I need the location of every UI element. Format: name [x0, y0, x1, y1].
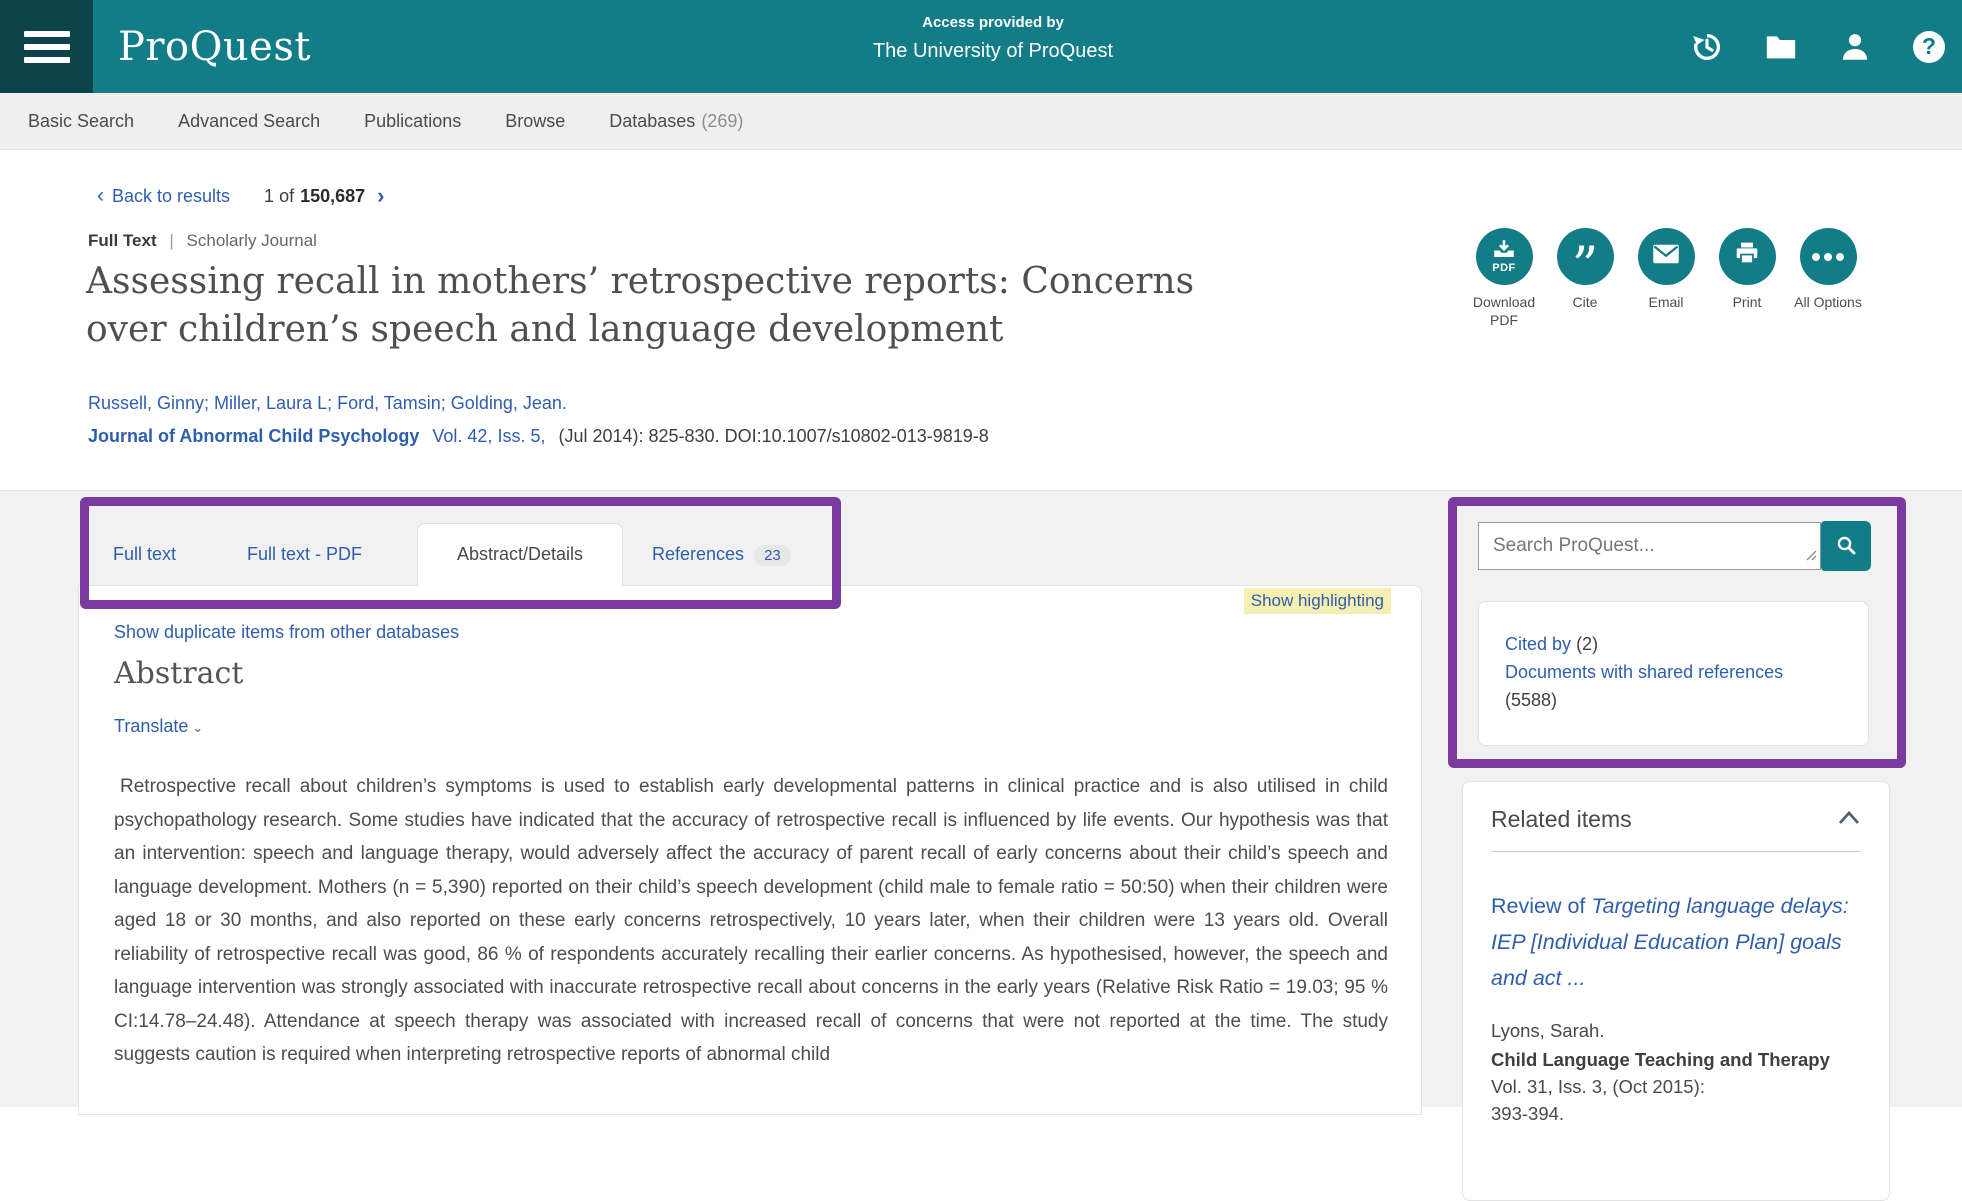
search-button[interactable]: [1821, 521, 1871, 571]
proquest-logo[interactable]: ProQuest: [118, 0, 311, 93]
quote-icon: ”: [1572, 252, 1599, 282]
resize-handle-icon[interactable]: [1806, 548, 1817, 566]
shared-references-count: (5588): [1505, 686, 1848, 714]
action-label: Email: [1648, 293, 1683, 311]
cited-by-link[interactable]: Cited by: [1505, 634, 1571, 654]
related-link-prefix: Review of: [1491, 894, 1591, 918]
fulltext-flag: Full Text: [88, 231, 157, 250]
chevron-up-icon[interactable]: [1837, 809, 1861, 830]
document-type-row: Full Text | Scholarly Journal: [88, 231, 317, 251]
type-divider: |: [169, 231, 173, 250]
abstract-details-panel: Show highlighting Show duplicate items f…: [78, 585, 1422, 1115]
translate-dropdown[interactable]: Translate ⌄: [114, 716, 203, 737]
institution-name: The University of ProQuest: [793, 40, 1193, 63]
tab-references-label: References: [652, 544, 744, 564]
journal-title-link[interactable]: Journal of Abnormal Child Psychology: [88, 426, 419, 446]
related-pub-info: Vol. 31, Iss. 3, (Oct 2015):: [1491, 1076, 1705, 1097]
account-icon[interactable]: [1838, 30, 1872, 64]
menu-icon[interactable]: [0, 0, 93, 93]
result-total: 150,687: [300, 186, 365, 207]
tab-full-text[interactable]: Full text: [113, 544, 176, 565]
email-button[interactable]: Email: [1630, 228, 1702, 329]
all-options-button[interactable]: All Options: [1792, 228, 1864, 329]
app-header: ProQuest Access provided by The Universi…: [0, 0, 1962, 93]
chevron-down-icon: ⌄: [192, 720, 203, 735]
nav-databases-label: Databases: [609, 111, 695, 131]
translate-label: Translate: [114, 716, 188, 736]
download-pdf-button[interactable]: PDF Download PDF: [1468, 228, 1540, 329]
main-nav: Basic Search Advanced Search Publication…: [0, 93, 1962, 150]
tab-references[interactable]: References 23: [652, 544, 791, 566]
ellipsis-icon: [1812, 253, 1844, 261]
related-item-authors: Lyons, Sarah.: [1491, 1020, 1861, 1042]
nav-databases[interactable]: Databases (269): [609, 111, 743, 132]
abstract-text: Retrospective recall about children’s sy…: [114, 770, 1388, 1072]
document-actions: PDF Download PDF ” Cite Email: [1468, 228, 1864, 329]
action-label: Print: [1733, 293, 1762, 311]
print-button[interactable]: Print: [1711, 228, 1783, 329]
breadcrumb: ‹ Back to results 1 of 150,687 ›: [97, 183, 385, 209]
folder-icon[interactable]: [1764, 30, 1798, 64]
tab-full-text-pdf[interactable]: Full text - PDF: [247, 544, 362, 565]
nav-advanced-search[interactable]: Advanced Search: [178, 111, 320, 132]
author-links[interactable]: Russell, Ginny; Miller, Laura L; Ford, T…: [88, 393, 567, 414]
tab-abstract-details[interactable]: Abstract/Details: [417, 544, 623, 565]
back-to-results-link[interactable]: Back to results: [112, 186, 230, 207]
document-title: Assessing recall in mothers’ retrospecti…: [86, 258, 1236, 354]
related-item-link[interactable]: Review of Targeting language delays: IEP…: [1491, 888, 1861, 996]
search-icon: [1834, 533, 1858, 560]
shared-references-row: Documents with shared references (5588): [1505, 658, 1848, 714]
related-items-heading: Related items: [1491, 806, 1632, 833]
publication-line: Journal of Abnormal Child Psychology Vol…: [88, 426, 989, 447]
show-duplicates-link[interactable]: Show duplicate items from other database…: [114, 622, 459, 643]
divider: [1491, 851, 1861, 852]
next-result-icon[interactable]: ›: [377, 183, 384, 209]
show-highlighting-link[interactable]: Show highlighting: [1244, 588, 1391, 614]
cite-button[interactable]: ” Cite: [1549, 228, 1621, 329]
related-items-card: Related items Review of Targeting langua…: [1462, 781, 1890, 1201]
shared-references-link[interactable]: Documents with shared references: [1505, 662, 1783, 682]
related-pages: 393-394.: [1491, 1100, 1861, 1127]
access-provided-label: Access provided by: [793, 14, 1193, 31]
result-position: 1: [264, 186, 274, 206]
references-count-badge: 23: [754, 545, 791, 566]
cited-by-count: (2): [1576, 634, 1598, 654]
volume-issue-link[interactable]: Vol. 42, Iss. 5,: [432, 426, 545, 446]
nav-basic-search[interactable]: Basic Search: [28, 111, 134, 132]
nav-databases-count: (269): [701, 111, 743, 131]
history-icon[interactable]: [1690, 30, 1724, 64]
nav-publications[interactable]: Publications: [364, 111, 461, 132]
cited-by-row: Cited by (2): [1505, 630, 1848, 658]
action-label: Download PDF: [1468, 293, 1540, 329]
envelope-icon: [1652, 243, 1680, 270]
citation-links-card: Cited by (2) Documents with shared refer…: [1478, 601, 1869, 746]
search-field-wrap: [1478, 522, 1821, 570]
help-icon[interactable]: ?: [1912, 30, 1946, 64]
of-label: of: [279, 186, 294, 206]
nav-browse[interactable]: Browse: [505, 111, 565, 132]
source-type: Scholarly Journal: [187, 231, 317, 250]
publication-details: (Jul 2014): 825-830. DOI:10.1007/s10802-…: [558, 426, 988, 446]
abstract-heading: Abstract: [114, 656, 243, 691]
access-provided-block: Access provided by The University of Pro…: [793, 14, 1193, 63]
header-icon-bar: ?: [1690, 0, 1946, 93]
printer-icon: [1734, 242, 1760, 271]
back-chevron-icon: ‹: [97, 184, 104, 208]
action-label: Cite: [1573, 293, 1598, 311]
action-label: All Options: [1794, 293, 1862, 311]
search-input[interactable]: [1479, 523, 1820, 569]
pdf-icon-label: PDF: [1492, 262, 1516, 274]
related-journal-title: Child Language Teaching and Therapy: [1491, 1049, 1830, 1070]
related-item-publication: Child Language Teaching and Therapy Vol.…: [1491, 1046, 1861, 1127]
